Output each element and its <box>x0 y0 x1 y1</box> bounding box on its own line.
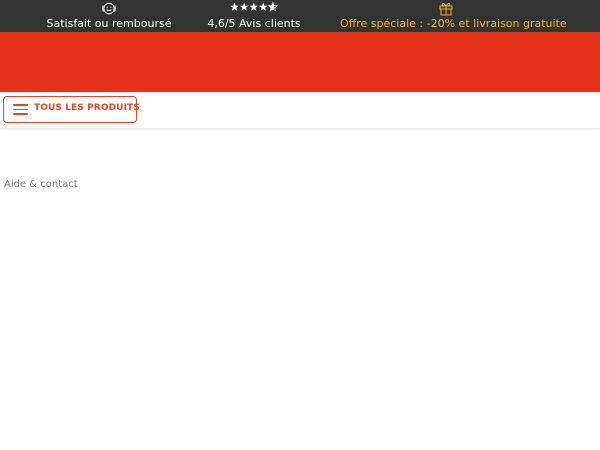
top-info-bar: Satisfait ou remboursé 4,6/5 Avis client… <box>0 0 600 32</box>
all-products-label: TOUS LES PRODUITS <box>34 103 140 113</box>
all-products-button[interactable]: TOUS LES PRODUITS <box>3 96 140 123</box>
special-offer-label: Offre spéciale : -20% et livraison gratu… <box>340 17 567 30</box>
guarantee-label: Satisfait ou remboursé <box>46 17 172 30</box>
navigation-bar: TOUS LES PRODUITS <box>0 92 600 129</box>
reviews-item[interactable]: 4,6/5 Avis clients <box>190 0 318 32</box>
reviews-label: 4,6/5 Avis clients <box>207 17 301 30</box>
stars-icon <box>230 1 278 12</box>
guarantee-item: Satisfait ou remboursé <box>30 0 188 32</box>
gift-icon <box>438 1 454 16</box>
help-contact-link[interactable]: Aide & contact <box>4 179 78 190</box>
special-offer-item[interactable]: Offre spéciale : -20% et livraison gratu… <box>340 0 567 32</box>
smiley-badge-icon <box>101 1 117 16</box>
menu-icon <box>13 104 28 115</box>
header-banner <box>0 32 600 92</box>
